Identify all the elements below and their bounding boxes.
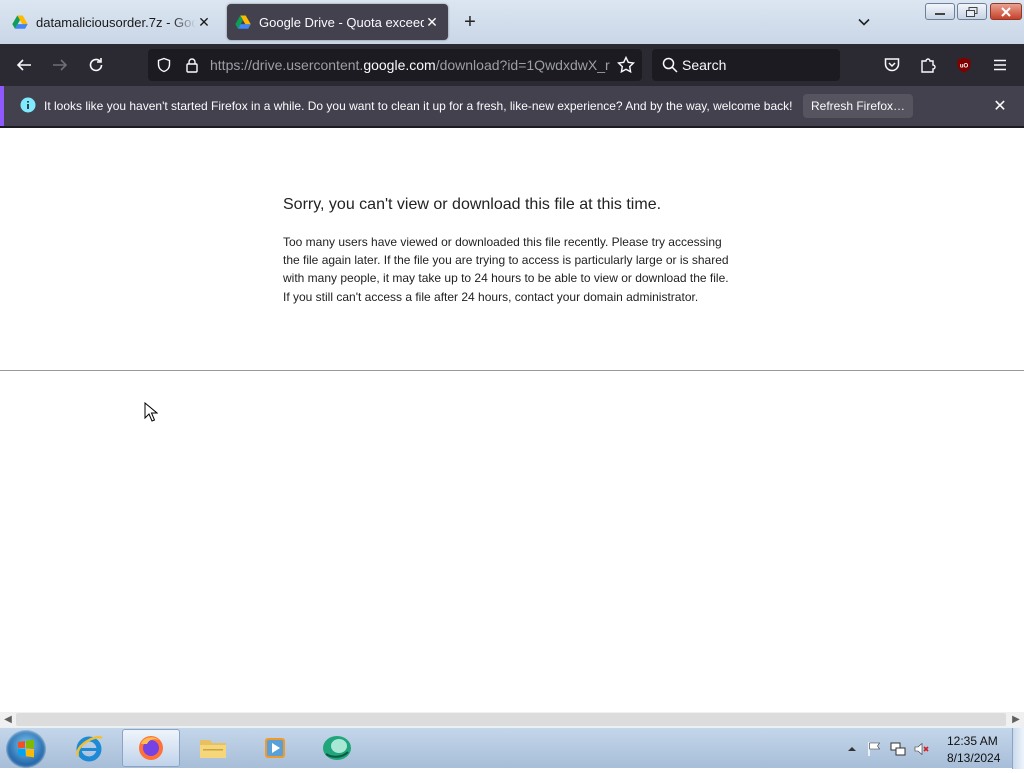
tab-datamaliciousorder[interactable]: datamaliciousorder.7z - Google Drive ✕ [4, 4, 220, 40]
star-icon [617, 56, 635, 74]
forward-arrow-icon [53, 59, 68, 71]
media-player-icon [265, 738, 285, 758]
close-icon [1001, 6, 1011, 17]
scroll-left-arrow-icon[interactable]: ◀ [0, 712, 16, 727]
tab-close-icon[interactable]: ✕ [424, 14, 440, 30]
new-tab-button[interactable]: + [458, 10, 482, 34]
clock-date[interactable]: 8/13/2024 [947, 751, 1000, 765]
google-drive-icon [235, 15, 251, 29]
pocket-button[interactable] [880, 53, 904, 77]
url-prefix: https://drive.usercontent. [210, 57, 364, 73]
action-center-flag-icon[interactable] [866, 741, 882, 757]
site-security-button[interactable] [180, 53, 204, 77]
svg-text:uO: uO [960, 64, 969, 70]
info-icon [20, 97, 36, 113]
mouse-cursor-icon [144, 402, 158, 422]
volume-muted-icon[interactable] [914, 741, 930, 757]
tracking-protection-button[interactable] [152, 53, 176, 77]
scroll-right-arrow-icon[interactable]: ▶ [1008, 712, 1024, 727]
google-drive-icon [12, 15, 28, 29]
minimize-button[interactable] [925, 3, 955, 20]
reload-button[interactable] [84, 53, 108, 77]
taskbar-media-player[interactable] [246, 729, 304, 767]
firefox-icon [139, 736, 163, 760]
close-window-button[interactable] [990, 3, 1022, 20]
start-button[interactable] [6, 730, 46, 768]
minimize-icon [935, 12, 945, 15]
restore-icon [966, 6, 978, 17]
url-text[interactable]: https://drive.usercontent.google.com/dow… [210, 57, 610, 73]
show-hidden-icons-arrow-icon[interactable] [844, 741, 860, 757]
address-bar[interactable]: https://drive.usercontent.google.com/dow… [148, 49, 642, 81]
back-arrow-icon [16, 59, 31, 71]
tab-title: datamaliciousorder.7z - Google Drive [36, 14, 196, 30]
refresh-firefox-button[interactable]: Refresh Firefox… [803, 94, 913, 118]
tab-close-icon[interactable]: ✕ [196, 14, 212, 30]
search-icon [658, 53, 682, 77]
taskbar-file-explorer[interactable] [184, 729, 242, 767]
refresh-firefox-notification: It looks like you haven't started Firefo… [0, 86, 1024, 126]
show-desktop-button[interactable] [1012, 728, 1024, 769]
taskbar-firefox[interactable] [122, 729, 180, 767]
file-explorer-icon [200, 740, 226, 758]
reload-icon [89, 58, 103, 72]
puzzle-piece-icon [921, 58, 936, 73]
ublock-origin-icon: uO [957, 57, 971, 73]
restore-button[interactable] [957, 3, 987, 20]
open-menu-button[interactable] [988, 53, 1012, 77]
shield-icon [157, 57, 171, 73]
forward-button[interactable] [48, 53, 72, 77]
taskbar-app[interactable] [308, 729, 366, 767]
hamburger-menu-icon [994, 59, 1006, 71]
page-title: Sorry, you can't view or download this f… [283, 196, 662, 213]
back-button[interactable] [12, 53, 36, 77]
url-domain: google.com [363, 57, 436, 73]
search-input[interactable]: Search [652, 49, 840, 81]
search-placeholder: Search [682, 57, 727, 73]
windows-logo-icon [18, 739, 34, 758]
bookmark-button[interactable] [614, 53, 638, 77]
error-message: Too many users have viewed or downloaded… [283, 235, 729, 304]
scrollbar-thumb[interactable] [16, 713, 1006, 726]
app-icon [323, 736, 351, 760]
notification-message: It looks like you haven't started Firefo… [44, 99, 793, 113]
ublock-origin-button[interactable]: uO [952, 53, 976, 77]
taskbar: 12:35 AM 8/13/2024 [0, 727, 1024, 769]
list-all-tabs-button[interactable] [852, 10, 876, 34]
notification-close-icon[interactable]: ✕ [992, 98, 1008, 115]
tab-title: Google Drive - Quota exceeded [259, 14, 424, 30]
page-content: Sorry, you can't view or download this f… [0, 128, 1024, 712]
clock-time[interactable]: 12:35 AM [947, 734, 998, 748]
pocket-icon [884, 58, 900, 72]
internet-explorer-icon [76, 735, 103, 762]
tab-strip: datamaliciousorder.7z - Google Drive ✕ G… [0, 0, 1024, 44]
extensions-button[interactable] [916, 53, 940, 77]
divider [0, 370, 1024, 371]
network-icon[interactable] [890, 741, 906, 757]
taskbar-internet-explorer[interactable] [60, 729, 118, 767]
lock-icon [186, 58, 198, 73]
tab-quota-exceeded[interactable]: Google Drive - Quota exceeded ✕ [227, 4, 448, 40]
chevron-down-icon [858, 18, 870, 26]
navigation-toolbar: https://drive.usercontent.google.com/dow… [0, 44, 1024, 86]
url-suffix: /download?id=1QwdxdwX_r [435, 57, 610, 73]
horizontal-scrollbar[interactable]: ◀ ▶ [0, 712, 1024, 727]
